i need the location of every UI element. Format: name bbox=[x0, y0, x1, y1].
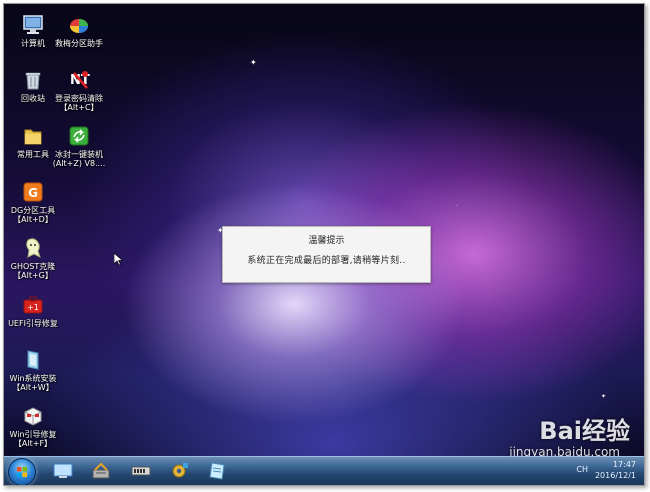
hard-drive-icon bbox=[131, 466, 151, 476]
info-dialog: 温馨提示 系统正在完成最后的部署,请稍等片刻.. bbox=[222, 226, 431, 283]
icon-sublabel: 【Alt+G】 bbox=[13, 271, 53, 280]
folder-icon bbox=[22, 125, 44, 147]
desktop-icon-one-click-install[interactable]: 冰封一键装机 (Alt+Z) V8.... bbox=[47, 125, 111, 168]
icon-sublabel: 【Alt+W】 bbox=[12, 383, 54, 392]
toolbox-icon bbox=[92, 462, 110, 479]
tray-date: 2016/12/1 bbox=[594, 471, 636, 480]
win-boot-repair-icon bbox=[22, 405, 44, 427]
desktop-icon-partition-assistant[interactable]: 救梅分区助手 bbox=[47, 14, 111, 48]
tray-time: 17:47 bbox=[612, 460, 636, 469]
monitor-icon bbox=[53, 463, 73, 478]
partition-assistant-icon bbox=[68, 14, 90, 36]
windows-logo-icon bbox=[17, 467, 27, 477]
notes-icon bbox=[209, 462, 225, 480]
desktop-wallpaper: ✦ ✦ ✦ · 计算机 回收站 常用工具 G DG分区工具 【Alt+D】 GH… bbox=[4, 4, 644, 459]
icon-label: Win引导修复 bbox=[9, 430, 57, 439]
icon-sublabel: 【Alt+F】 bbox=[13, 439, 53, 448]
dialog-title: 温馨提示 bbox=[308, 236, 345, 246]
uefi-repair-icon: +1 bbox=[22, 294, 44, 316]
icon-label: 救梅分区助手 bbox=[55, 39, 103, 48]
one-click-install-icon bbox=[68, 125, 90, 147]
star-sparkle: ✦ bbox=[601, 393, 607, 400]
icon-label: DG分区工具 bbox=[10, 206, 56, 215]
desktop-icon-uefi-repair[interactable]: +1 UEFI引导修复 bbox=[4, 294, 65, 328]
taskbar-settings-button[interactable] bbox=[168, 461, 190, 481]
taskbar: CH 17:47 2016/12/1 bbox=[4, 456, 644, 485]
language-indicator[interactable]: CH bbox=[576, 464, 588, 475]
system-tray[interactable]: CH 17:47 2016/12/1 bbox=[576, 459, 636, 481]
star-sparkle: · bbox=[456, 203, 458, 209]
icon-label: Win系统安装 bbox=[9, 374, 57, 383]
baidu-jingyan-watermark: Bai经验 jingyan.baidu.com bbox=[509, 411, 630, 459]
screenshot-frame: ✦ ✦ ✦ · 计算机 回收站 常用工具 G DG分区工具 【Alt+D】 GH… bbox=[3, 3, 645, 486]
icon-sublabel: 【Alt+D】 bbox=[13, 215, 53, 224]
desktop-icon-ghost[interactable]: GHOST克隆 【Alt+G】 bbox=[4, 237, 65, 280]
dg-partition-icon: G bbox=[22, 181, 44, 203]
icon-sublabel: 【Alt+C】 bbox=[59, 103, 99, 112]
password-clear-icon: NT bbox=[68, 69, 90, 91]
svg-text:+1: +1 bbox=[27, 303, 39, 312]
svg-text:G: G bbox=[28, 186, 38, 200]
ghost-icon bbox=[22, 237, 44, 259]
recycle-bin-icon bbox=[22, 69, 44, 91]
computer-icon bbox=[22, 14, 44, 36]
icon-label: 登录密码清除 bbox=[55, 94, 103, 103]
star-sparkle: ✦ bbox=[250, 58, 257, 67]
watermark-brand: Bai经验 bbox=[539, 417, 630, 445]
taskbar-drive-button[interactable] bbox=[130, 461, 152, 481]
desktop-icon-password-clear[interactable]: NT 登录密码清除 【Alt+C】 bbox=[47, 69, 111, 112]
icon-label: UEFI引导修复 bbox=[8, 319, 58, 328]
desktop-icon-dg-partition[interactable]: G DG分区工具 【Alt+D】 bbox=[4, 181, 65, 224]
taskbar-show-desktop-button[interactable] bbox=[52, 461, 74, 481]
start-button[interactable] bbox=[8, 458, 36, 485]
desktop-icon-win-install[interactable]: Win系统安装 【Alt+W】 bbox=[4, 349, 65, 392]
settings-gear-icon bbox=[172, 463, 188, 478]
mouse-cursor-icon bbox=[114, 253, 123, 266]
icon-label: 冰封一键装机 bbox=[55, 150, 103, 159]
icon-sublabel: (Alt+Z) V8.... bbox=[52, 159, 106, 168]
win-install-icon bbox=[22, 349, 44, 371]
dialog-message: 系统正在完成最后的部署,请稍等片刻.. bbox=[247, 256, 406, 266]
icon-label: GHOST克隆 bbox=[10, 262, 56, 271]
taskbar-notes-button[interactable] bbox=[206, 461, 228, 481]
desktop-icon-win-boot-repair[interactable]: Win引导修复 【Alt+F】 bbox=[4, 405, 65, 448]
taskbar-tools-button[interactable] bbox=[90, 461, 112, 481]
